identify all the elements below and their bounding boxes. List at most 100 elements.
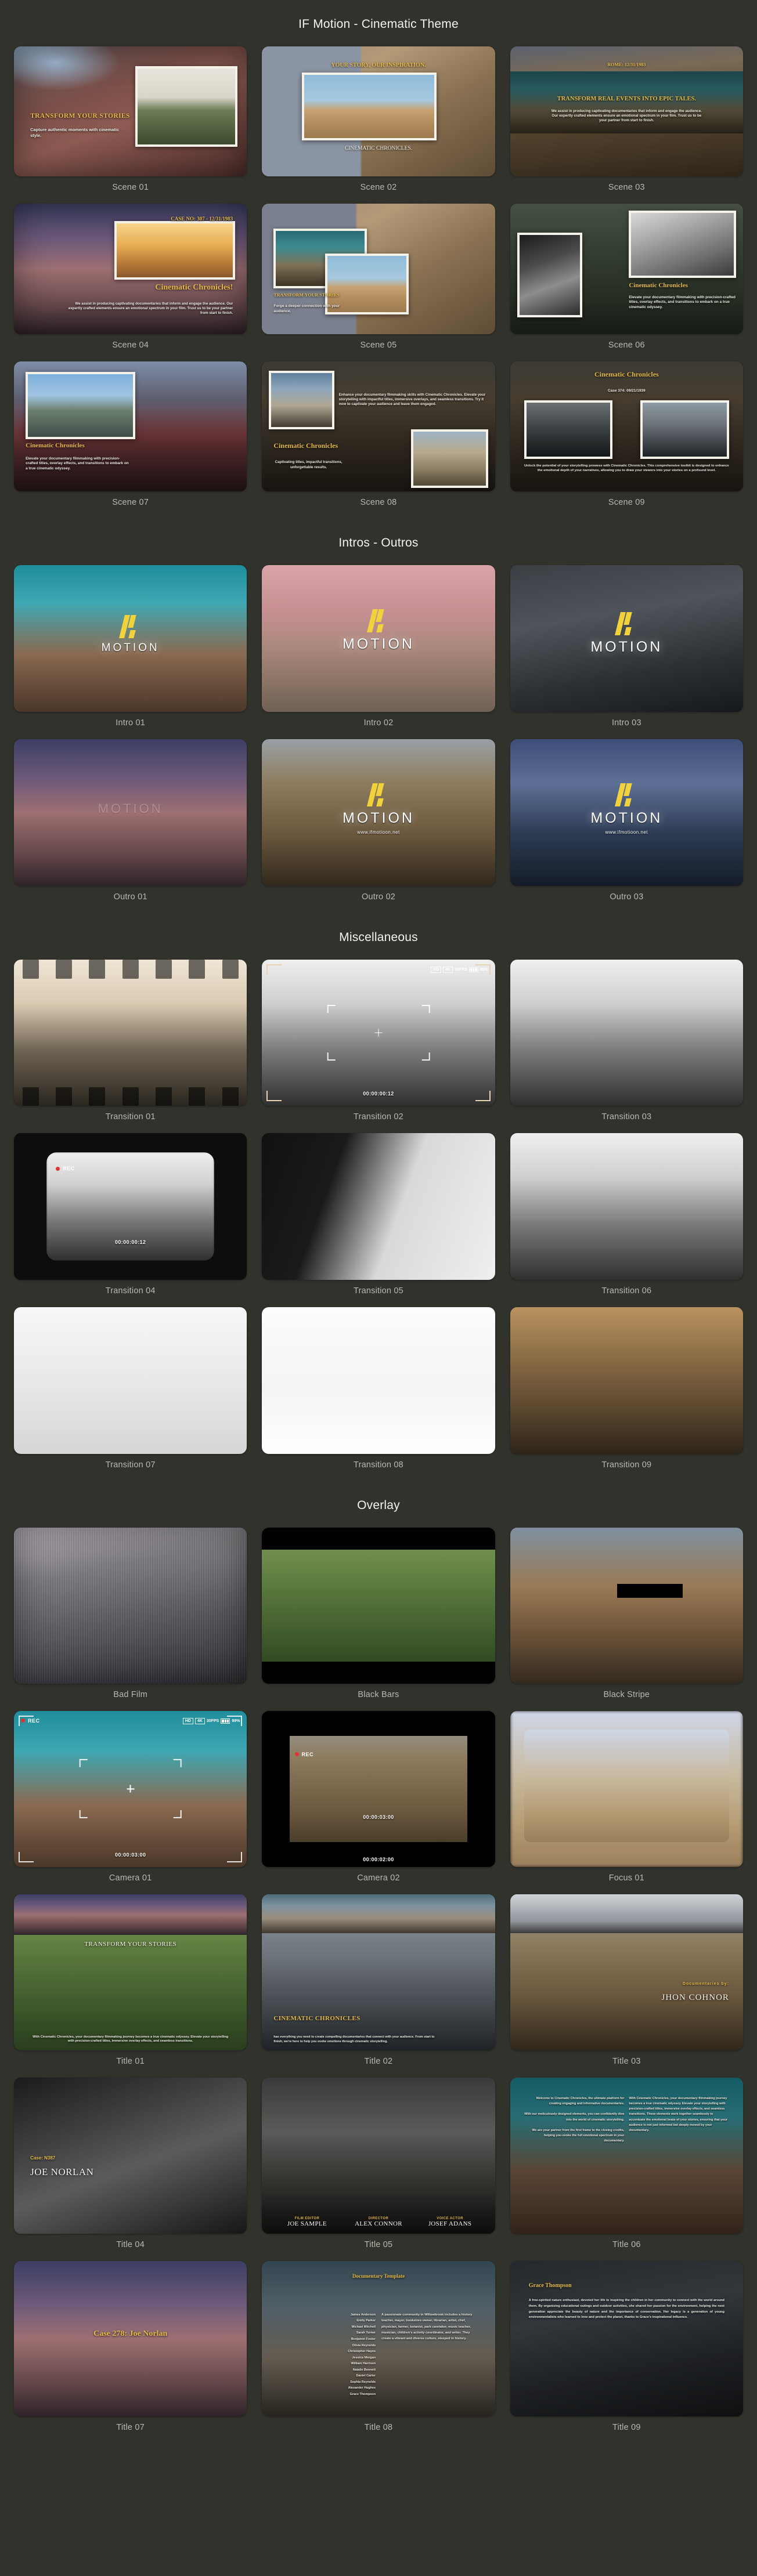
thumbnail-bad-film[interactable] (14, 1527, 247, 1684)
thumbnail-caption: Scene 08 (360, 498, 397, 508)
thumbnail-outro-01[interactable]: MOTION (14, 739, 247, 886)
thumbnail-title-06[interactable]: Welcome to Cinematic Chronicles, the ult… (510, 2077, 743, 2234)
rec-indicator: REC (56, 1166, 75, 1171)
grid-cell[interactable]: REC 00:00:00:12 Transition 04 (14, 1133, 247, 1307)
thumbnail-caption: Title 09 (612, 2423, 641, 2433)
scene-headline: TRANSFORM YOUR STORIES (273, 292, 340, 298)
grid-cell[interactable]: Transition 07 (14, 1307, 247, 1481)
thumbnail-title-05[interactable]: FILM EDITOR JOE SAMPLE DIRECTOR ALEX CON… (262, 2077, 495, 2234)
grid-cell[interactable]: Transition 08 (262, 1307, 495, 1481)
motion-logo: MOTION www.ifmotioon.net (510, 783, 743, 835)
grid-cell[interactable]: Case 278: Joe Norlan Title 07 (14, 2260, 247, 2444)
motion-logo: MOTION (14, 615, 247, 654)
rec-indicator: REC (21, 1718, 40, 1724)
thumbnail-intro-03[interactable]: MOTION (510, 565, 743, 712)
thumbnail-title-08[interactable]: Documentary Template James Anderson Emily… (262, 2260, 495, 2417)
grid-cell[interactable]: REC 00:00:03:00 00:00:02:00 Camera 02 (262, 1710, 495, 1894)
thumbnail-transition-07[interactable] (14, 1307, 247, 1454)
grid-cell[interactable]: Transition 05 (262, 1133, 495, 1307)
thumbnail-transition-05[interactable] (262, 1133, 495, 1280)
grid-cell[interactable]: MOTION Outro 01 (14, 739, 247, 913)
thumbnail-transition-03[interactable] (510, 959, 743, 1106)
section-title: Miscellaneous (339, 930, 418, 944)
thumbnail-caption: Transition 07 (105, 1460, 156, 1470)
credit-name: JOE SAMPLE (287, 2220, 327, 2227)
thumbnail-transition-09[interactable] (510, 1307, 743, 1454)
thumbnail-title-02[interactable]: CINEMATIC CHRONICLES has everything you … (262, 1894, 495, 2050)
grid-cell[interactable]: FILM EDITOR JOE SAMPLE DIRECTOR ALEX CON… (262, 2077, 495, 2261)
thumbnail-scene-04[interactable]: Cinematic Chronicles! We assist in produ… (14, 204, 247, 334)
grid-cell[interactable]: Case: N387 JOE NORLAN Title 04 (14, 2077, 247, 2261)
grid-cell[interactable]: Grace Thompson A free-spirited nature en… (510, 2260, 743, 2444)
grid-cell[interactable]: MOTION Intro 01 (14, 565, 247, 739)
grid-cell[interactable]: Documentary Template James Anderson Emily… (262, 2260, 495, 2444)
thumbnail-scene-08[interactable]: Enhance your documentary filmmaking skil… (262, 361, 495, 492)
grid-cell[interactable]: MOTION Intro 02 (262, 565, 495, 739)
thumbnail-title-04[interactable]: Case: N387 JOE NORLAN (14, 2077, 247, 2234)
grid-cell[interactable]: Black Stripe (510, 1527, 743, 1711)
thumbnail-scene-01[interactable]: TRANSFORM YOUR STORIES Capture authentic… (14, 46, 247, 177)
thumbnail-outro-02[interactable]: MOTION www.ifmotioon.net (262, 739, 495, 886)
grid-cell[interactable]: Black Bars (262, 1527, 495, 1711)
grid-cell[interactable]: Cinematic Chronicles Elevate your docume… (14, 361, 247, 519)
thumbnail-focus-01[interactable] (510, 1710, 743, 1867)
scene-headline: YOUR STORY, OUR INSPIRATION. (331, 61, 426, 68)
grid-cell[interactable]: Enhance your documentary filmmaking skil… (262, 361, 495, 519)
title-eyebrow: Case: N387 (30, 2155, 56, 2161)
grid-cell[interactable]: TRANSFORM YOUR STORIES Capture authentic… (14, 46, 247, 204)
grid-cell[interactable]: HD 4K 30FPS 99% 00:00:00:12 Transition 0… (262, 959, 495, 1134)
grid-cell[interactable]: Focus 01 (510, 1710, 743, 1894)
thumbnail-caption: Transition 08 (354, 1460, 403, 1470)
grid-cell[interactable]: Cinematic Chronicles Elevate your docume… (510, 204, 743, 361)
grid-cell[interactable]: MOTION www.ifmotioon.net Outro 03 (510, 739, 743, 913)
grid-cell[interactable]: Welcome to Cinematic Chronicles, the ult… (510, 2077, 743, 2261)
title-headline: Grace Thompson (528, 2282, 572, 2289)
grid-cell[interactable]: Bad Film (14, 1527, 247, 1711)
thumbnail-transition-01[interactable] (14, 959, 247, 1106)
grid-cell[interactable]: Cinematic Chronicles Case 374: 09/21/193… (510, 361, 743, 519)
scene-body: Captivating titles, impactful transition… (275, 460, 343, 469)
thumbnail-outro-03[interactable]: MOTION www.ifmotioon.net (510, 739, 743, 886)
grid-cell[interactable]: Transition 06 (510, 1133, 743, 1307)
grid-cell[interactable]: Transition 01 (14, 959, 247, 1134)
grid-cell[interactable]: Documentaries by: JHON COHNOR Title 03 (510, 1894, 743, 2078)
thumbnail-scene-05[interactable]: TRANSFORM YOUR STORIES Forge a deeper co… (262, 204, 495, 334)
thumbnail-black-bars[interactable] (262, 1527, 495, 1684)
thumbnail-camera-01[interactable]: REC HD 4K 30FPS 99% 00:00:03:00 (14, 1710, 247, 1867)
grid-cell[interactable]: CINEMATIC CHRONICLES has everything you … (262, 1894, 495, 2078)
thumbnail-scene-06[interactable]: Cinematic Chronicles Elevate your docume… (510, 204, 743, 334)
grid-cell[interactable]: Cinematic Chronicles! We assist in produ… (14, 204, 247, 361)
thumbnail-intro-01[interactable]: MOTION (14, 565, 247, 712)
thumbnail-title-07[interactable]: Case 278: Joe Norlan (14, 2260, 247, 2417)
thumbnail-title-09[interactable]: Grace Thompson A free-spirited nature en… (510, 2260, 743, 2417)
grid-cell[interactable]: Transition 09 (510, 1307, 743, 1481)
timecode: 00:00:03:00 (114, 1851, 146, 1858)
thumbnail-grid: TRANSFORM YOUR STORIES Capture authentic… (0, 46, 757, 519)
grid-cell[interactable]: Transition 03 (510, 959, 743, 1134)
thumbnail-intro-02[interactable]: MOTION (262, 565, 495, 712)
thumbnail-caption: Title 03 (612, 2056, 641, 2066)
thumbnail-scene-03[interactable]: ROME: 12/31/1983 TRANSFORM REAL EVENTS I… (510, 46, 743, 177)
thumbnail-black-stripe[interactable] (510, 1527, 743, 1684)
grid-cell[interactable]: YOUR STORY, OUR INSPIRATION. CINEMATIC C… (262, 46, 495, 204)
thumbnail-title-01[interactable]: TRANSFORM YOUR STORIES With Cinematic Ch… (14, 1894, 247, 2050)
timecode: 00:00:00:12 (114, 1239, 146, 1245)
grid-cell[interactable]: MOTION www.ifmotioon.net Outro 02 (262, 739, 495, 913)
thumbnail-scene-07[interactable]: Cinematic Chronicles Elevate your docume… (14, 361, 247, 492)
thumbnail-transition-08[interactable] (262, 1307, 495, 1454)
grid-cell[interactable]: TRANSFORM YOUR STORIES Forge a deeper co… (262, 204, 495, 361)
thumbnail-title-03[interactable]: Documentaries by: JHON COHNOR (510, 1894, 743, 2050)
thumbnail-camera-02[interactable]: REC 00:00:03:00 00:00:02:00 (262, 1710, 495, 1867)
grid-cell[interactable]: MOTION Intro 03 (510, 565, 743, 739)
grid-cell[interactable]: REC HD 4K 30FPS 99% 00:00:03:00 Camera 0… (14, 1710, 247, 1894)
thumbnail-scene-09[interactable]: Cinematic Chronicles Case 374: 09/21/193… (510, 361, 743, 492)
thumbnail-scene-02[interactable]: YOUR STORY, OUR INSPIRATION. CINEMATIC C… (262, 46, 495, 177)
film-perforations-icon (14, 1087, 247, 1106)
logo-wordmark: MOTION (590, 809, 663, 826)
title-name-item: William Harrison (351, 2362, 376, 2366)
thumbnail-transition-04[interactable]: REC 00:00:00:12 (14, 1133, 247, 1280)
grid-cell[interactable]: TRANSFORM YOUR STORIES With Cinematic Ch… (14, 1894, 247, 2078)
thumbnail-transition-06[interactable] (510, 1133, 743, 1280)
grid-cell[interactable]: ROME: 12/31/1983 TRANSFORM REAL EVENTS I… (510, 46, 743, 204)
thumbnail-transition-02[interactable]: HD 4K 30FPS 99% 00:00:00:12 (262, 959, 495, 1106)
